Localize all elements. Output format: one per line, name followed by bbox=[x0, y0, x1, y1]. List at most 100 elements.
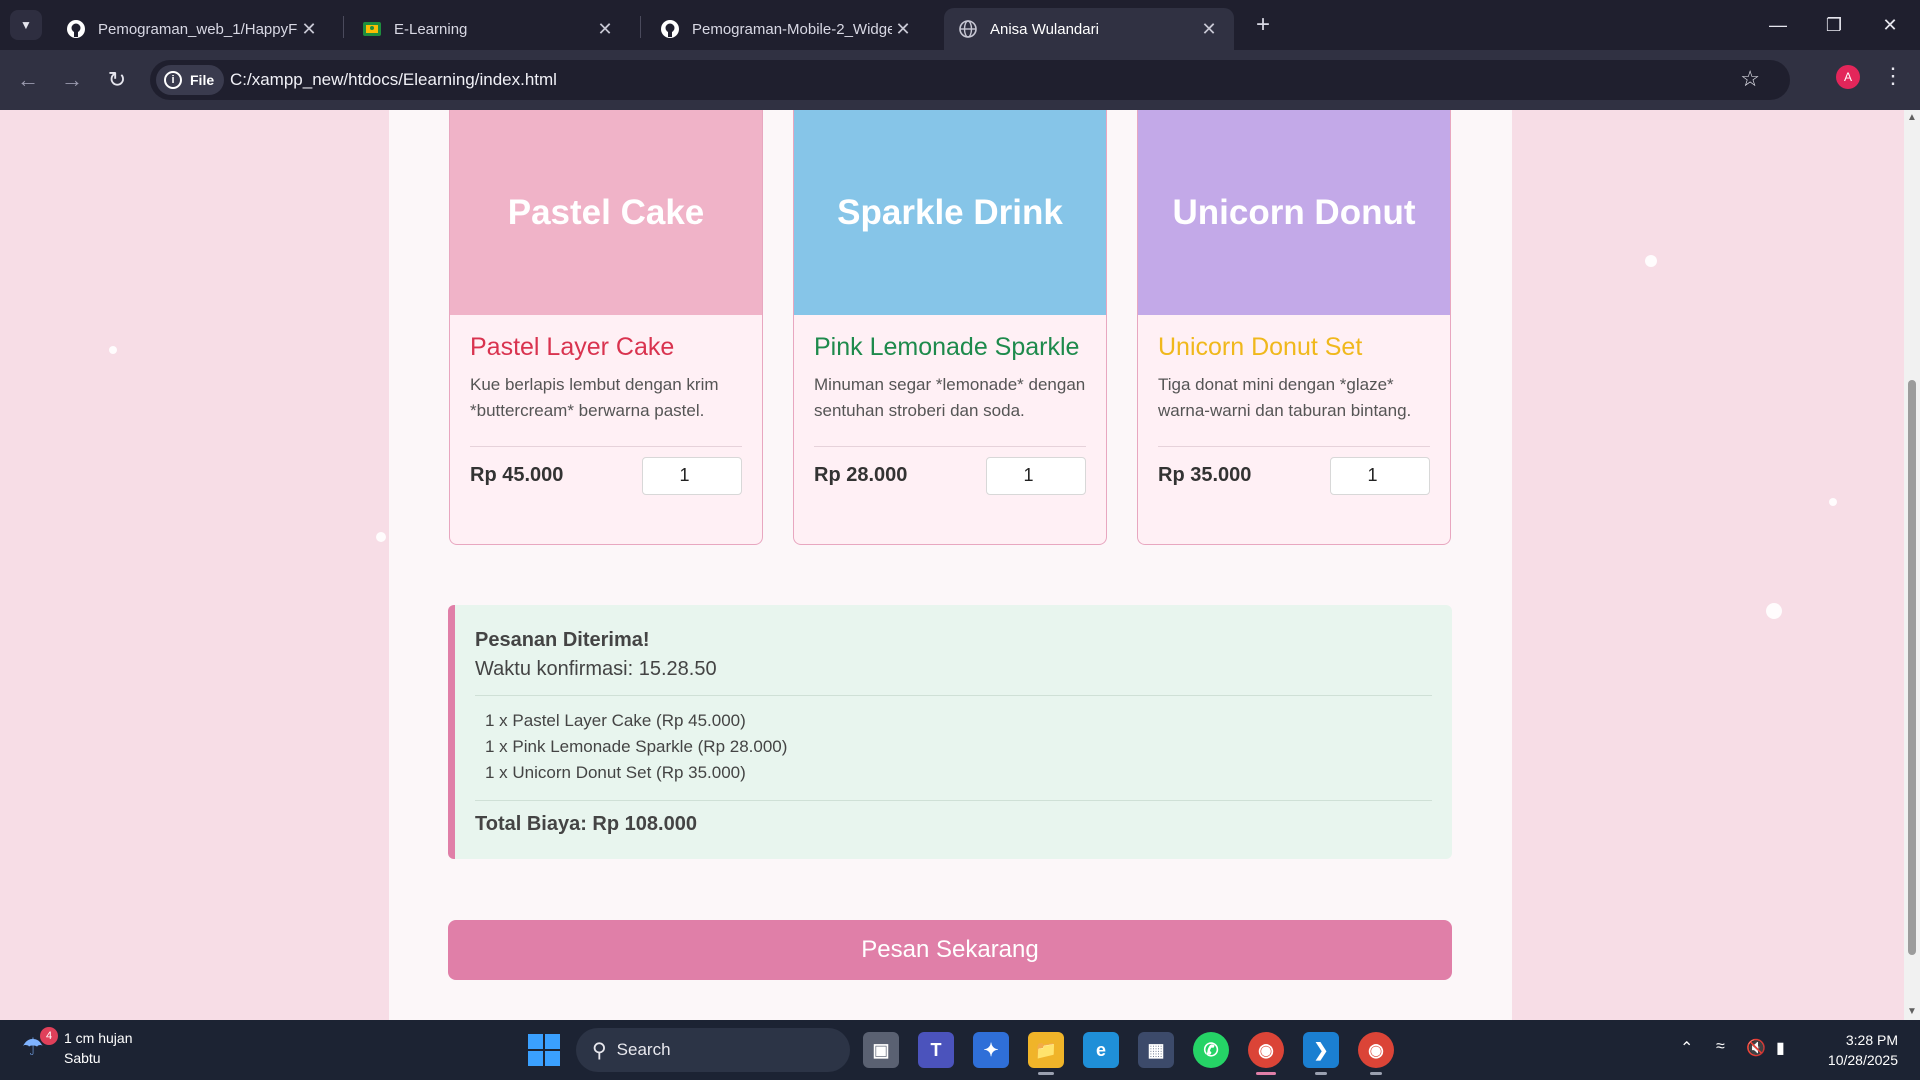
github-icon bbox=[66, 19, 86, 39]
restore-icon[interactable]: ❐ bbox=[1814, 8, 1854, 42]
address-bar[interactable]: i File C:/xampp_new/htdocs/Elearning/ind… bbox=[150, 60, 1790, 100]
scroll-down-icon[interactable]: ▼ bbox=[1907, 1006, 1917, 1017]
taskbar-search[interactable]: ⚲ Search bbox=[576, 1028, 850, 1072]
site-info-chip[interactable]: i File bbox=[156, 65, 225, 95]
url-text[interactable]: C:/xampp_new/htdocs/Elearning/index.html bbox=[230, 70, 557, 90]
copilot-icon[interactable]: ✦ bbox=[973, 1032, 1009, 1068]
product-price: Rp 28.000 bbox=[814, 464, 908, 486]
quantity-input[interactable] bbox=[642, 456, 742, 495]
battery-icon[interactable]: ▮ bbox=[1776, 1038, 1785, 1058]
back-icon[interactable]: ← bbox=[12, 64, 44, 96]
sparkle-decoration bbox=[1645, 255, 1657, 267]
tab-title: E-Learning bbox=[394, 20, 468, 38]
order-line-item: 1 x Pink Lemonade Sparkle (Rp 28.000) bbox=[485, 737, 788, 756]
more-menu-icon[interactable]: ⋮ bbox=[1882, 63, 1904, 89]
windows-taskbar: ☂ 4 1 cm hujan Sabtu ⚲ Search ▣ T ✦ 📁 e … bbox=[0, 1020, 1920, 1080]
product-price: Rp 45.000 bbox=[470, 464, 564, 486]
close-icon[interactable]: ✕ bbox=[892, 19, 914, 40]
tab-happyfood[interactable]: Pemograman_web_1/HappyFoo ✕ bbox=[52, 8, 334, 50]
umbrella-icon: ☂ 4 bbox=[22, 1027, 58, 1063]
tab-title: Pemograman-Mobile-2_Widget bbox=[692, 20, 892, 38]
page-viewport: Pastel Cake Pastel Layer Cake Kue berlap… bbox=[0, 110, 1904, 1020]
order-confirmation: Pesanan Diterima! Waktu konfirmasi: 15.2… bbox=[448, 605, 1452, 859]
clock-time: 3:28 PM bbox=[1845, 1032, 1898, 1048]
chevron-up-icon[interactable]: ⌃ bbox=[1680, 1038, 1693, 1058]
scroll-thumb[interactable] bbox=[1908, 380, 1916, 955]
order-line-item: 1 x Unicorn Donut Set (Rp 35.000) bbox=[485, 763, 746, 782]
main-container: Pastel Cake Pastel Layer Cake Kue berlap… bbox=[389, 110, 1512, 1020]
product-description: Minuman segar *lemonade* dengan sentuhan… bbox=[814, 375, 1086, 420]
profile-avatar[interactable]: A bbox=[1836, 65, 1860, 89]
chrome-icon[interactable]: ◉ bbox=[1248, 1032, 1284, 1068]
product-footer: Rp 35.000 bbox=[1158, 446, 1430, 504]
search-icon: ⚲ bbox=[592, 1039, 607, 1062]
globe-icon bbox=[958, 19, 978, 39]
product-description: Tiga donat mini dengan *glaze* warna-war… bbox=[1158, 375, 1412, 420]
running-indicator bbox=[1038, 1072, 1054, 1075]
product-card-sparkle-drink: Sparkle Drink Pink Lemonade Sparkle Minu… bbox=[793, 110, 1107, 545]
browser-tab-bar: ▼ Pemograman_web_1/HappyFoo ✕ E-Learning… bbox=[0, 0, 1920, 50]
browser-toolbar: ← → ↻ i File C:/xampp_new/htdocs/Elearni… bbox=[0, 50, 1920, 110]
scroll-up-icon[interactable]: ▲ bbox=[1907, 112, 1917, 123]
close-icon[interactable]: ✕ bbox=[1198, 19, 1220, 40]
product-banner: Unicorn Donut bbox=[1138, 110, 1450, 315]
microsoft-store-icon[interactable]: ▦ bbox=[1138, 1032, 1174, 1068]
bookmark-star-icon[interactable]: ☆ bbox=[1740, 66, 1760, 92]
confirmation-title: Pesanan Diterima! bbox=[475, 629, 650, 651]
product-footer: Rp 28.000 bbox=[814, 446, 1086, 504]
teams-icon[interactable]: T bbox=[918, 1032, 954, 1068]
window-close-icon[interactable]: ✕ bbox=[1870, 8, 1910, 42]
reload-icon[interactable]: ↻ bbox=[101, 64, 133, 96]
whatsapp-icon[interactable]: ✆ bbox=[1193, 1032, 1229, 1068]
running-indicator bbox=[1370, 1072, 1382, 1075]
file-explorer-icon[interactable]: 📁 bbox=[1028, 1032, 1064, 1068]
new-tab-button[interactable]: + bbox=[1248, 10, 1278, 40]
running-indicator bbox=[1315, 1072, 1327, 1075]
order-now-button[interactable]: Pesan Sekarang bbox=[448, 920, 1452, 980]
tab-title: Anisa Wulandari bbox=[990, 20, 1099, 38]
weather-condition: 1 cm hujan bbox=[64, 1030, 133, 1046]
product-price: Rp 35.000 bbox=[1158, 464, 1252, 486]
sparkle-decoration bbox=[376, 532, 386, 542]
edge-icon[interactable]: e bbox=[1083, 1032, 1119, 1068]
sparkle-decoration bbox=[109, 346, 117, 354]
tab-search-button[interactable]: ▼ bbox=[10, 10, 42, 40]
info-icon: i bbox=[164, 71, 182, 89]
product-banner: Sparkle Drink bbox=[794, 110, 1106, 315]
quantity-input[interactable] bbox=[986, 456, 1086, 495]
sparkle-decoration bbox=[1766, 603, 1782, 619]
chevron-down-icon: ▼ bbox=[20, 18, 32, 32]
notification-badge: 4 bbox=[40, 1027, 58, 1045]
windows-start-icon[interactable] bbox=[528, 1034, 560, 1066]
close-icon[interactable]: ✕ bbox=[594, 19, 616, 40]
order-total: Total Biaya: Rp 108.000 bbox=[475, 813, 697, 835]
close-icon[interactable]: ✕ bbox=[298, 19, 320, 40]
classroom-icon bbox=[362, 19, 382, 39]
product-banner: Pastel Cake bbox=[450, 110, 762, 315]
weather-widget[interactable]: ☂ 4 1 cm hujan Sabtu bbox=[22, 1027, 133, 1068]
chrome-profile-icon[interactable]: ◉ bbox=[1358, 1032, 1394, 1068]
speaker-muted-icon[interactable]: 🔇 bbox=[1746, 1038, 1766, 1058]
sparkle-decoration bbox=[1829, 498, 1837, 506]
tab-widget[interactable]: Pemograman-Mobile-2_Widget ✕ bbox=[646, 8, 928, 50]
github-icon bbox=[660, 19, 680, 39]
vscode-icon[interactable]: ❯ bbox=[1303, 1032, 1339, 1068]
confirmation-time: Waktu konfirmasi: 15.28.50 bbox=[475, 658, 717, 680]
wifi-icon[interactable]: ≈ bbox=[1716, 1038, 1725, 1056]
product-name: Pastel Layer Cake bbox=[470, 333, 675, 361]
active-indicator bbox=[1256, 1072, 1276, 1075]
page-scrollbar[interactable]: ▲ ▼ bbox=[1904, 110, 1920, 1020]
order-line-item: 1 x Pastel Layer Cake (Rp 45.000) bbox=[485, 711, 746, 730]
weather-day: Sabtu bbox=[64, 1050, 101, 1066]
tab-elearning[interactable]: E-Learning ✕ bbox=[348, 8, 630, 50]
site-chip-label: File bbox=[190, 72, 215, 88]
product-name: Unicorn Donut Set bbox=[1158, 333, 1363, 361]
quantity-input[interactable] bbox=[1330, 456, 1430, 495]
tab-separator bbox=[640, 16, 641, 38]
system-clock[interactable]: 3:28 PM 10/28/2025 bbox=[1818, 1030, 1898, 1070]
task-view-icon[interactable]: ▣ bbox=[863, 1032, 899, 1068]
forward-icon[interactable]: → bbox=[56, 64, 88, 96]
tab-anisa-wulandari[interactable]: Anisa Wulandari ✕ bbox=[944, 8, 1234, 50]
product-name: Pink Lemonade Sparkle bbox=[814, 333, 1080, 361]
minimize-icon[interactable]: — bbox=[1758, 8, 1798, 42]
